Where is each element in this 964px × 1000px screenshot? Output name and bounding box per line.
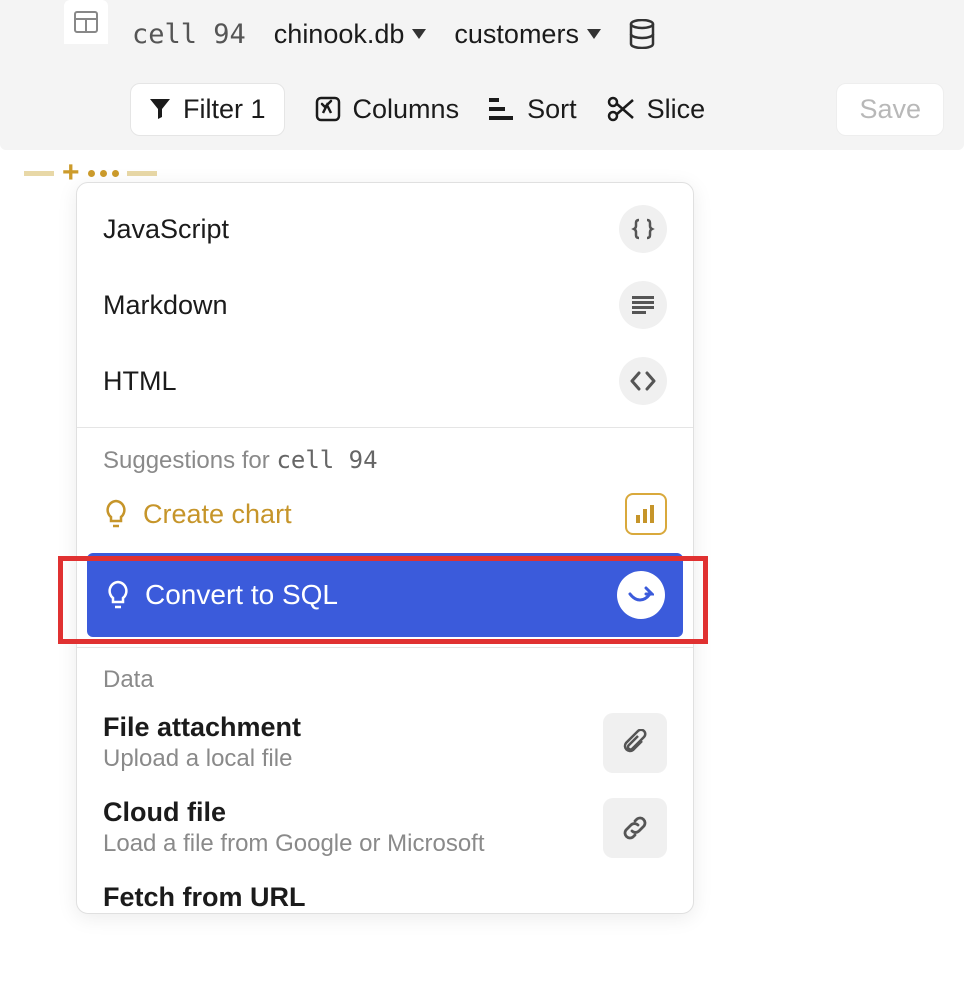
more-dots-icon[interactable] [88, 170, 119, 177]
chart-icon [625, 493, 667, 535]
cell-label: cell 94 [132, 19, 246, 50]
slice-button[interactable]: Slice [607, 94, 706, 125]
add-cell-plus-icon[interactable]: + [62, 156, 80, 190]
db-selector-label: chinook.db [274, 19, 405, 50]
strip-dash [127, 171, 157, 176]
toolbar: Filter 1 Columns Sort Slice Save [0, 68, 964, 150]
data-item-fetch-url[interactable]: Fetch from URL [77, 870, 693, 913]
link-icon [603, 798, 667, 858]
columns-icon [315, 96, 341, 122]
angle-brackets-icon [619, 357, 667, 405]
table-selector-label: customers [454, 19, 579, 50]
data-item-cloud-file[interactable]: Cloud file Load a file from Google or Mi… [77, 785, 693, 870]
chevron-down-icon [412, 29, 426, 39]
menu-item-label: JavaScript [103, 214, 229, 245]
chevron-down-icon [587, 29, 601, 39]
cell-type-menu: JavaScript Markdown HTML Suggestions for… [76, 182, 694, 914]
table-tab-icon[interactable] [64, 0, 108, 44]
convert-arrow-icon [617, 571, 665, 619]
data-heading: Data [77, 648, 693, 700]
data-item-title: Fetch from URL [103, 882, 306, 913]
database-icon[interactable] [629, 19, 655, 49]
menu-item-label: Markdown [103, 290, 228, 321]
data-item-subtitle: Upload a local file [103, 745, 301, 773]
sort-icon [489, 98, 515, 120]
menu-item-javascript[interactable]: JavaScript [77, 191, 693, 267]
filter-button[interactable]: Filter 1 [130, 83, 285, 136]
menu-item-html[interactable]: HTML [77, 343, 693, 419]
suggestion-label: Convert to SQL [145, 579, 338, 611]
suggestions-heading: Suggestions for cell 94 [77, 428, 693, 481]
sort-button[interactable]: Sort [489, 94, 577, 125]
data-item-file-attachment[interactable]: File attachment Upload a local file [77, 700, 693, 785]
header: cell 94 chinook.db customers [0, 0, 964, 68]
suggestion-create-chart[interactable]: Create chart [77, 481, 693, 547]
braces-icon [619, 205, 667, 253]
save-button[interactable]: Save [836, 83, 944, 136]
columns-label: Columns [353, 94, 460, 125]
scissors-icon [607, 96, 635, 122]
lightbulb-icon [103, 499, 129, 529]
slice-label: Slice [647, 94, 706, 125]
table-selector[interactable]: customers [454, 19, 601, 50]
data-item-subtitle: Load a file from Google or Microsoft [103, 830, 485, 858]
columns-button[interactable]: Columns [315, 94, 460, 125]
filter-label: Filter 1 [183, 94, 266, 125]
text-lines-icon [619, 281, 667, 329]
lightbulb-icon [105, 580, 131, 610]
strip-dash [24, 171, 54, 176]
suggestion-convert-to-sql[interactable]: Convert to SQL [87, 553, 683, 637]
data-item-title: File attachment [103, 712, 301, 743]
suggestion-label: Create chart [143, 499, 292, 530]
db-selector[interactable]: chinook.db [274, 19, 427, 50]
filter-icon [149, 98, 171, 120]
sort-label: Sort [527, 94, 577, 125]
paperclip-icon [603, 713, 667, 773]
menu-item-markdown[interactable]: Markdown [77, 267, 693, 343]
data-item-title: Cloud file [103, 797, 485, 828]
menu-item-label: HTML [103, 366, 177, 397]
